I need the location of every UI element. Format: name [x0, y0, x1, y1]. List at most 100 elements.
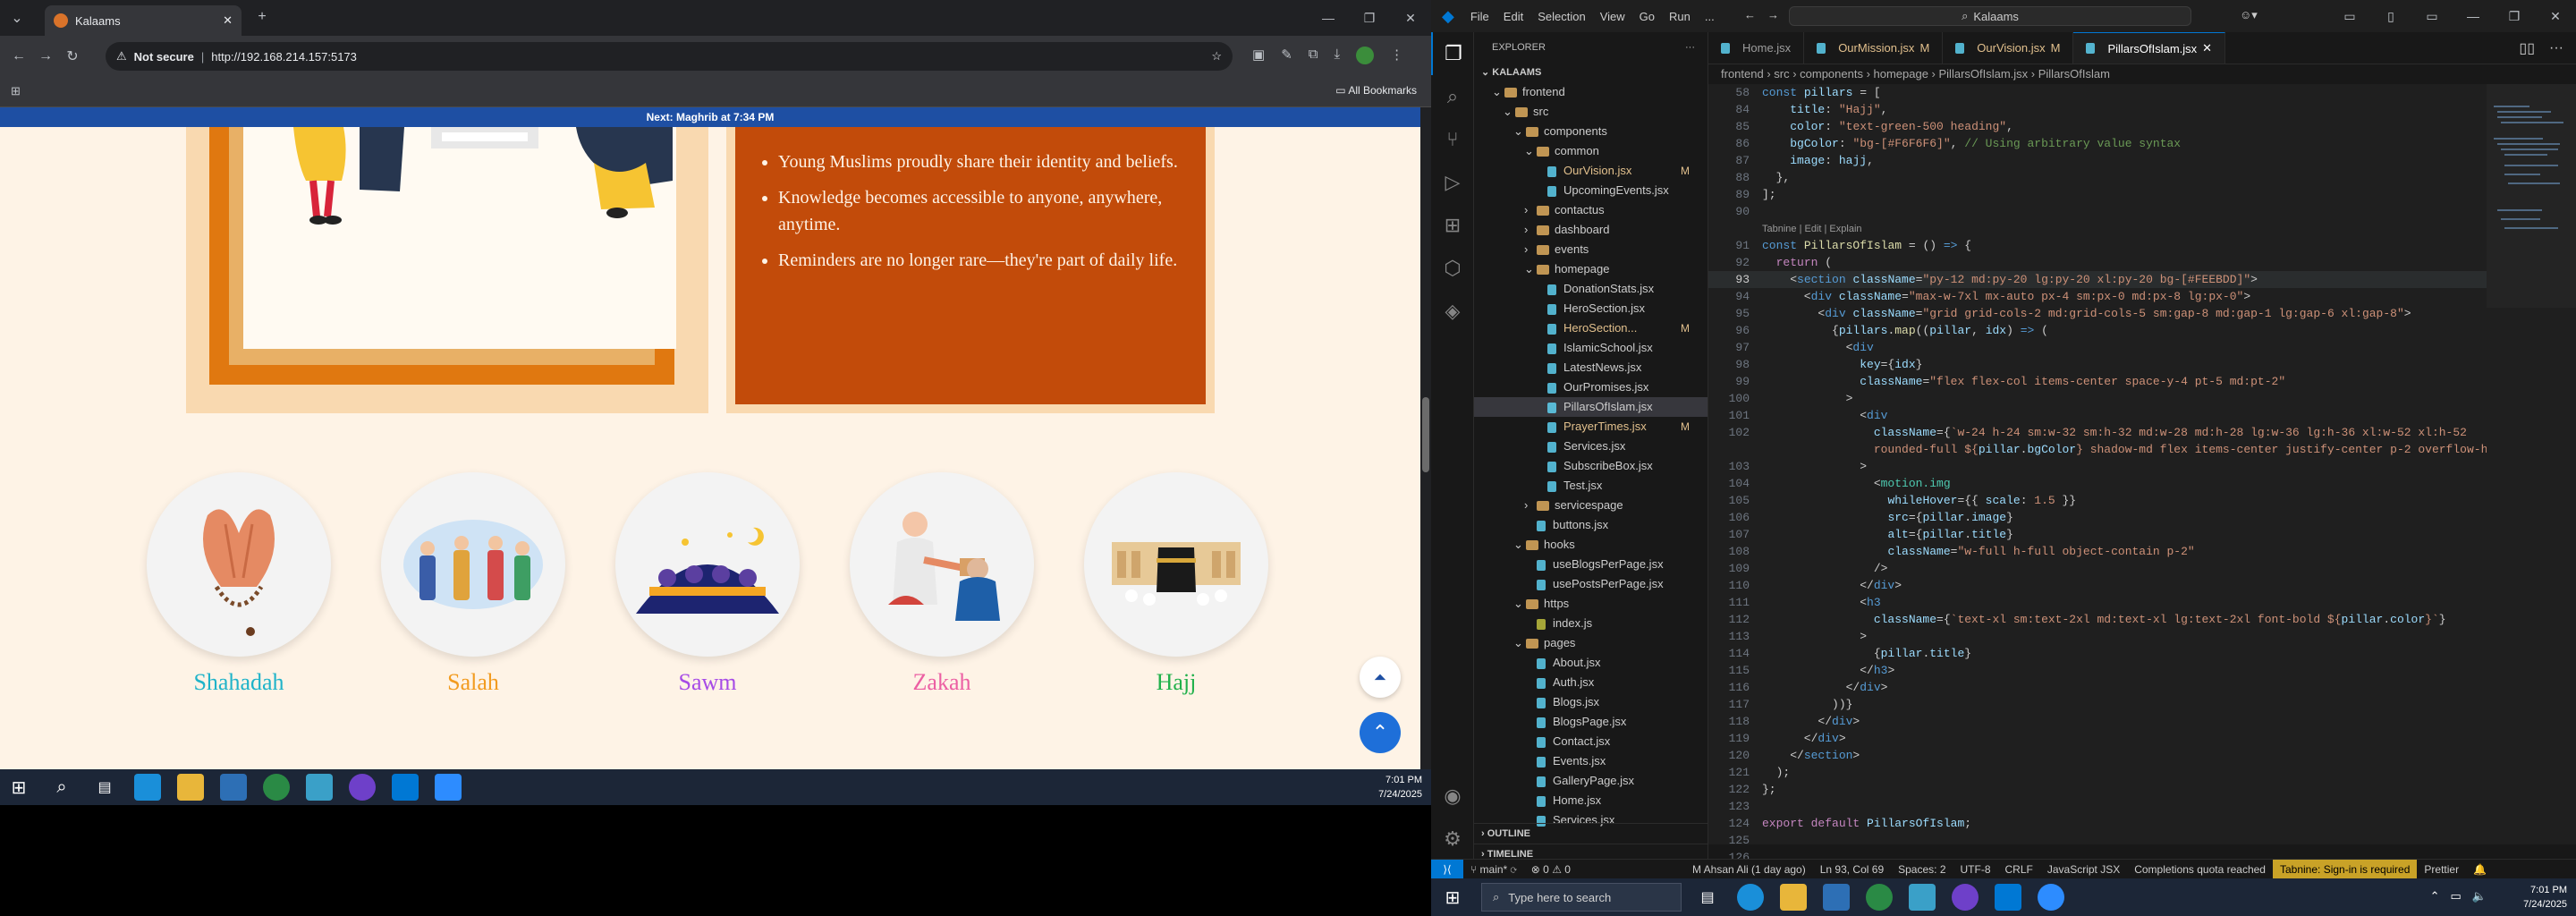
tree-file[interactable]: About.jsx: [1474, 653, 1707, 673]
minimize-icon[interactable]: —: [1308, 11, 1349, 25]
code-line[interactable]: 124 export default PillarsOfIslam;: [1708, 815, 2487, 832]
tree-folder[interactable]: ⌄ pages: [1474, 633, 1707, 653]
tree-folder[interactable]: ⌄ frontend: [1474, 82, 1707, 102]
file-explorer-icon[interactable]: [1780, 884, 1807, 911]
remote-icon[interactable]: ⬡: [1431, 247, 1474, 290]
tree-file[interactable]: Home.jsx: [1474, 791, 1707, 810]
code-line[interactable]: 93 <section className="py-12 md:py-20 lg…: [1708, 271, 2487, 288]
tree-file[interactable]: OurPromises.jsx: [1474, 377, 1707, 397]
tree-file[interactable]: GalleryPage.jsx: [1474, 771, 1707, 791]
extensions-icon[interactable]: ⊞: [1431, 204, 1474, 247]
copilot-icon[interactable]: ☺▾: [2240, 8, 2258, 22]
search-icon[interactable]: ⌕: [1431, 75, 1474, 118]
indentation[interactable]: Spaces: 2: [1891, 863, 1953, 876]
account-icon[interactable]: ◉: [1431, 775, 1474, 818]
forward-arrow-icon[interactable]: →: [1767, 8, 1779, 21]
tree-file[interactable]: DonationStats.jsx: [1474, 279, 1707, 299]
tabnine-status[interactable]: Tabnine: Sign-in is required: [2272, 859, 2418, 879]
task-view-icon[interactable]: ▤: [91, 774, 118, 801]
edge-icon[interactable]: [134, 774, 161, 801]
app-icon[interactable]: [1909, 884, 1936, 911]
code-line[interactable]: 122};: [1708, 781, 2487, 798]
pillar-image-circle[interactable]: [1084, 472, 1268, 657]
maximize-icon[interactable]: ❐: [2494, 9, 2535, 24]
git-blame[interactable]: M Ahsan Ali (1 day ago): [1685, 863, 1813, 876]
tab-home[interactable]: Home.jsx: [1708, 32, 1805, 64]
problems-indicator[interactable]: ⊗ 0 ⚠ 0: [1524, 863, 1578, 876]
code-line[interactable]: 104 <motion.img: [1708, 475, 2487, 492]
github-icon[interactable]: [349, 774, 376, 801]
cursor-position[interactable]: Ln 93, Col 69: [1813, 863, 1891, 876]
tree-folder[interactable]: › events: [1474, 240, 1707, 259]
tree-file[interactable]: HeroSection... M: [1474, 318, 1707, 338]
code-line[interactable]: 120 </section>: [1708, 747, 2487, 764]
tree-folder[interactable]: › contactus: [1474, 200, 1707, 220]
outline-section[interactable]: › OUTLINE: [1474, 824, 1708, 844]
menu-edit[interactable]: Edit: [1496, 10, 1530, 23]
extension-icon[interactable]: ▣: [1252, 47, 1265, 64]
tree-file[interactable]: Auth.jsx: [1474, 673, 1707, 692]
pillar-shahadah[interactable]: Shahadah: [147, 472, 331, 696]
code-line[interactable]: 86 bgColor: "bg-[#F6F6F6]", // Using arb…: [1708, 135, 2487, 152]
explorer-icon[interactable]: ❐: [1431, 32, 1474, 75]
tree-file[interactable]: PillarsOfIslam.jsx: [1474, 397, 1707, 417]
zoom-icon[interactable]: [435, 774, 462, 801]
eyedropper-icon[interactable]: ✎: [1281, 47, 1292, 64]
minimize-icon[interactable]: —: [2453, 9, 2494, 23]
profile-avatar[interactable]: [1356, 47, 1375, 64]
layout-icon[interactable]: ▭: [2329, 9, 2370, 24]
taskbar-clock[interactable]: 7:01 PM 7/24/2025: [1378, 773, 1422, 802]
task-view-icon[interactable]: ▤: [1694, 884, 1721, 911]
menu-view[interactable]: View: [1593, 10, 1632, 23]
menu-go[interactable]: Go: [1632, 10, 1662, 23]
toggle-sidebar-icon[interactable]: ▯: [2370, 9, 2411, 24]
code-line[interactable]: 106 src={pillar.image}: [1708, 509, 2487, 526]
breadcrumb[interactable]: frontend › src › components › homepage ›…: [1708, 64, 2576, 84]
pillar-hajj[interactable]: Hajj: [1084, 472, 1268, 696]
minimap[interactable]: [2487, 84, 2576, 844]
code-line[interactable]: 115 </h3>: [1708, 662, 2487, 679]
codelens[interactable]: Tabnine | Edit | Explain: [1708, 220, 2487, 237]
store-icon[interactable]: [220, 774, 247, 801]
maximize-icon[interactable]: ❐: [1349, 11, 1390, 26]
close-tab-icon[interactable]: ✕: [223, 13, 233, 28]
code-line[interactable]: 101 <div: [1708, 407, 2487, 424]
tree-file[interactable]: HeroSection.jsx: [1474, 299, 1707, 318]
language-mode[interactable]: JavaScript JSX: [2040, 863, 2127, 876]
tree-file[interactable]: Events.jsx: [1474, 751, 1707, 771]
code-line[interactable]: 100 >: [1708, 390, 2487, 407]
code-line[interactable]: 125: [1708, 832, 2487, 849]
code-line[interactable]: 108 className="w-full h-full object-cont…: [1708, 543, 2487, 560]
browser-tab[interactable]: Kalaams ✕: [45, 5, 242, 36]
tab-ourmission[interactable]: OurMission.jsx M: [1804, 32, 1944, 64]
close-window-icon[interactable]: ✕: [2535, 9, 2576, 24]
source-control-icon[interactable]: ⑂: [1431, 118, 1474, 161]
code-line[interactable]: 110 </div>: [1708, 577, 2487, 594]
tree-file[interactable]: PrayerTimes.jsx M: [1474, 417, 1707, 437]
menu-more[interactable]: ...: [1698, 10, 1722, 23]
code-editor[interactable]: 58 const pillars = [84 title: "Hajj", 85 c…: [1708, 84, 2509, 864]
tree-file[interactable]: IslamicSchool.jsx: [1474, 338, 1707, 358]
run-debug-icon[interactable]: ▷: [1431, 161, 1474, 204]
page-scrollbar-thumb[interactable]: [1422, 397, 1429, 472]
code-line[interactable]: rounded-full ${pillar.bgColor} shadow-md…: [1708, 441, 2509, 458]
show-hidden-icons-icon[interactable]: ⌃: [2430, 889, 2440, 903]
code-line[interactable]: 103 >: [1708, 458, 2487, 475]
close-window-icon[interactable]: ✕: [1390, 11, 1431, 26]
pillar-image-circle[interactable]: [615, 472, 800, 657]
tree-folder[interactable]: ⌄ src: [1474, 102, 1707, 122]
code-line[interactable]: 119 </div>: [1708, 730, 2487, 747]
all-bookmarks[interactable]: ▭ All Bookmarks: [1335, 84, 1417, 97]
tree-file[interactable]: buttons.jsx: [1474, 515, 1707, 535]
tree-folder[interactable]: › servicespage: [1474, 496, 1707, 515]
encoding[interactable]: UTF-8: [1953, 863, 1998, 876]
scroll-to-top-button[interactable]: ⌃: [1360, 712, 1401, 753]
download-icon[interactable]: ⤓: [1334, 47, 1340, 64]
tree-folder[interactable]: ⌄ homepage: [1474, 259, 1707, 279]
new-tab-icon[interactable]: +: [249, 9, 275, 25]
vscode-icon[interactable]: [1995, 884, 2021, 911]
tree-folder[interactable]: ⌄ hooks: [1474, 535, 1707, 555]
code-line[interactable]: 88 },: [1708, 169, 2487, 186]
command-center[interactable]: ⌕ Kalaams: [1789, 6, 2191, 26]
tree-file[interactable]: index.js: [1474, 614, 1707, 633]
